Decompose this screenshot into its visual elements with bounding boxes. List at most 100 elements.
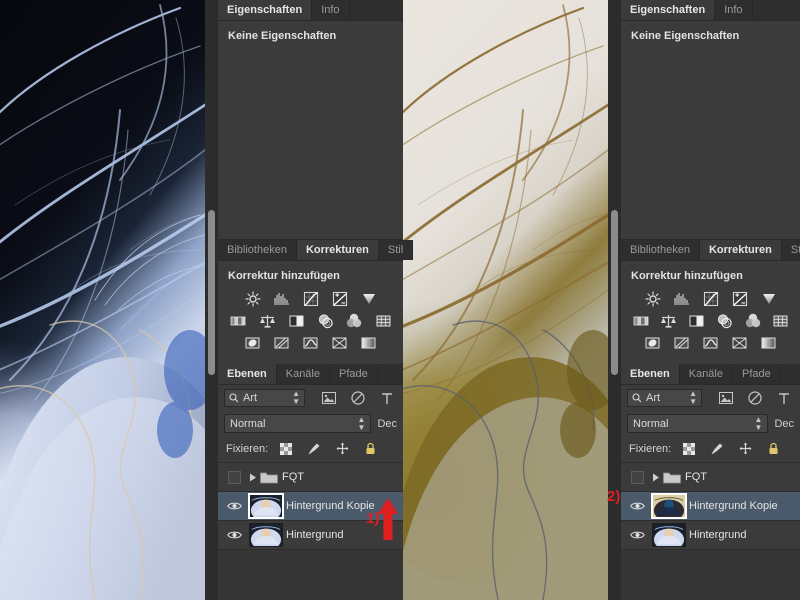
lock-image-icon[interactable] [304, 440, 324, 457]
levels-icon[interactable] [272, 290, 292, 307]
lock-image-icon[interactable] [707, 440, 727, 457]
curves-icon[interactable] [301, 290, 321, 307]
channel-mixer-icon[interactable] [743, 312, 762, 329]
layer-thumbnail-cell[interactable] [246, 493, 286, 519]
vibrance-icon[interactable] [359, 290, 379, 307]
invert-icon[interactable] [643, 334, 663, 351]
chevron-updown-icon[interactable]: ▲ ▼ [292, 390, 300, 406]
layer-row-hintergrund-right[interactable]: Hintergrund [621, 521, 800, 550]
tab-eigenschaften[interactable]: Eigenschaften [218, 0, 313, 20]
lock-transparency-icon[interactable] [276, 440, 296, 457]
brightness-contrast-icon[interactable] [243, 290, 263, 307]
lock-position-icon[interactable] [735, 440, 755, 457]
tab-label: Info [724, 4, 743, 16]
photo-filter-icon[interactable] [715, 312, 734, 329]
blend-mode-select[interactable]: Normal ▲ ▼ [224, 414, 372, 433]
canvas-left-inverted[interactable] [0, 0, 205, 600]
tab-kanaele-right[interactable]: Kanäle [679, 364, 733, 384]
layer-thumbnail[interactable] [249, 523, 283, 547]
hue-saturation-icon[interactable] [228, 312, 248, 329]
exposure-icon[interactable] [730, 290, 750, 307]
color-lookup-icon[interactable] [373, 312, 393, 329]
tab-pfade-right[interactable]: Pfade [733, 364, 781, 384]
levels-icon[interactable] [672, 290, 692, 307]
layer-thumbnail[interactable] [248, 493, 284, 519]
black-white-icon[interactable] [286, 312, 306, 329]
visibility-toggle[interactable] [222, 470, 246, 484]
posterize-icon[interactable] [272, 334, 292, 351]
scrollbar-right-track[interactable] [608, 0, 621, 600]
chevron-right-icon[interactable] [246, 473, 260, 482]
folder-icon [663, 471, 685, 484]
visibility-toggle[interactable] [625, 470, 649, 484]
tab-eigenschaften-right[interactable]: Eigenschaften [621, 0, 716, 20]
tab-bibliotheken[interactable]: Bibliotheken [218, 240, 297, 260]
layer-filter-select-right[interactable]: Art ▲ ▼ [627, 389, 702, 407]
invert-icon[interactable] [243, 334, 263, 351]
empty-visibility-box[interactable] [227, 470, 241, 484]
tab-pfade[interactable]: Pfade [330, 364, 378, 384]
scrollbar-left-track[interactable] [205, 0, 218, 600]
tab-ebenen-right[interactable]: Ebenen [621, 364, 680, 384]
blend-mode-select-right[interactable]: Normal ▲ ▼ [627, 414, 769, 433]
chevron-updown-icon[interactable]: ▲ ▼ [689, 390, 697, 406]
tab-bibliotheken-right[interactable]: Bibliotheken [621, 240, 700, 260]
tab-info[interactable]: Info [312, 0, 350, 20]
chevron-updown-icon[interactable]: ▲ ▼ [358, 415, 366, 432]
layer-thumbnail-cell[interactable] [649, 523, 689, 547]
tab-info-right[interactable]: Info [715, 0, 753, 20]
color-balance-icon[interactable] [257, 312, 277, 329]
empty-visibility-box[interactable] [630, 470, 644, 484]
type-filter-icon[interactable] [377, 390, 397, 407]
layer-row-group-right[interactable]: FQT [621, 463, 800, 492]
visibility-toggle[interactable] [625, 501, 649, 511]
photo-filter-icon[interactable] [315, 312, 335, 329]
layer-thumbnail-cell[interactable] [246, 523, 286, 547]
selective-color-icon[interactable] [359, 334, 379, 351]
scrollbar-right-thumb[interactable] [611, 210, 618, 375]
image-filter-icon[interactable] [716, 390, 736, 407]
image-filter-icon[interactable] [319, 390, 339, 407]
lock-all-icon[interactable] [360, 440, 380, 457]
chevron-right-icon[interactable] [649, 473, 663, 482]
scrollbar-left-thumb[interactable] [208, 210, 215, 375]
tab-ebenen[interactable]: Ebenen [218, 364, 277, 384]
adjustment-filter-icon[interactable] [745, 390, 765, 407]
black-white-icon[interactable] [687, 312, 706, 329]
curves-icon[interactable] [701, 290, 721, 307]
layer-thumbnail-inverted[interactable] [651, 493, 687, 519]
lock-position-icon[interactable] [332, 440, 352, 457]
exposure-icon[interactable] [330, 290, 350, 307]
color-lookup-icon[interactable] [771, 312, 790, 329]
lock-transparency-icon[interactable] [679, 440, 699, 457]
visibility-toggle[interactable] [625, 530, 649, 540]
tab-stil-right[interactable]: Stil [781, 240, 800, 260]
layer-filter-select[interactable]: Art ▲ ▼ [224, 389, 305, 407]
threshold-icon[interactable] [701, 334, 721, 351]
threshold-icon[interactable] [301, 334, 321, 351]
vibrance-icon[interactable] [759, 290, 779, 307]
tab-kanaele[interactable]: Kanäle [276, 364, 330, 384]
tab-korrekturen[interactable]: Korrekturen [296, 240, 379, 260]
layer-row-hintergrund-kopie-right[interactable]: Hintergrund Kopie [621, 492, 800, 521]
gradient-map-icon[interactable] [330, 334, 350, 351]
visibility-toggle[interactable] [222, 530, 246, 540]
selective-color-icon[interactable] [759, 334, 779, 351]
color-balance-icon[interactable] [659, 312, 678, 329]
posterize-icon[interactable] [672, 334, 692, 351]
type-filter-icon[interactable] [774, 390, 794, 407]
hue-saturation-icon[interactable] [631, 312, 650, 329]
channel-mixer-icon[interactable] [344, 312, 364, 329]
layer-thumbnail-cell[interactable] [649, 493, 689, 519]
chevron-updown-icon[interactable]: ▲ ▼ [755, 415, 763, 432]
layer-thumbnail[interactable] [652, 523, 686, 547]
lock-all-icon[interactable] [763, 440, 783, 457]
canvas-middle-normal[interactable] [403, 0, 608, 600]
tab-stil[interactable]: Stil [378, 240, 414, 260]
layer-row-group[interactable]: FQT [218, 463, 403, 492]
tab-korrekturen-right[interactable]: Korrekturen [699, 240, 782, 260]
visibility-toggle[interactable] [222, 501, 246, 511]
adjustment-filter-icon[interactable] [348, 390, 368, 407]
gradient-map-icon[interactable] [730, 334, 750, 351]
brightness-contrast-icon[interactable] [643, 290, 663, 307]
